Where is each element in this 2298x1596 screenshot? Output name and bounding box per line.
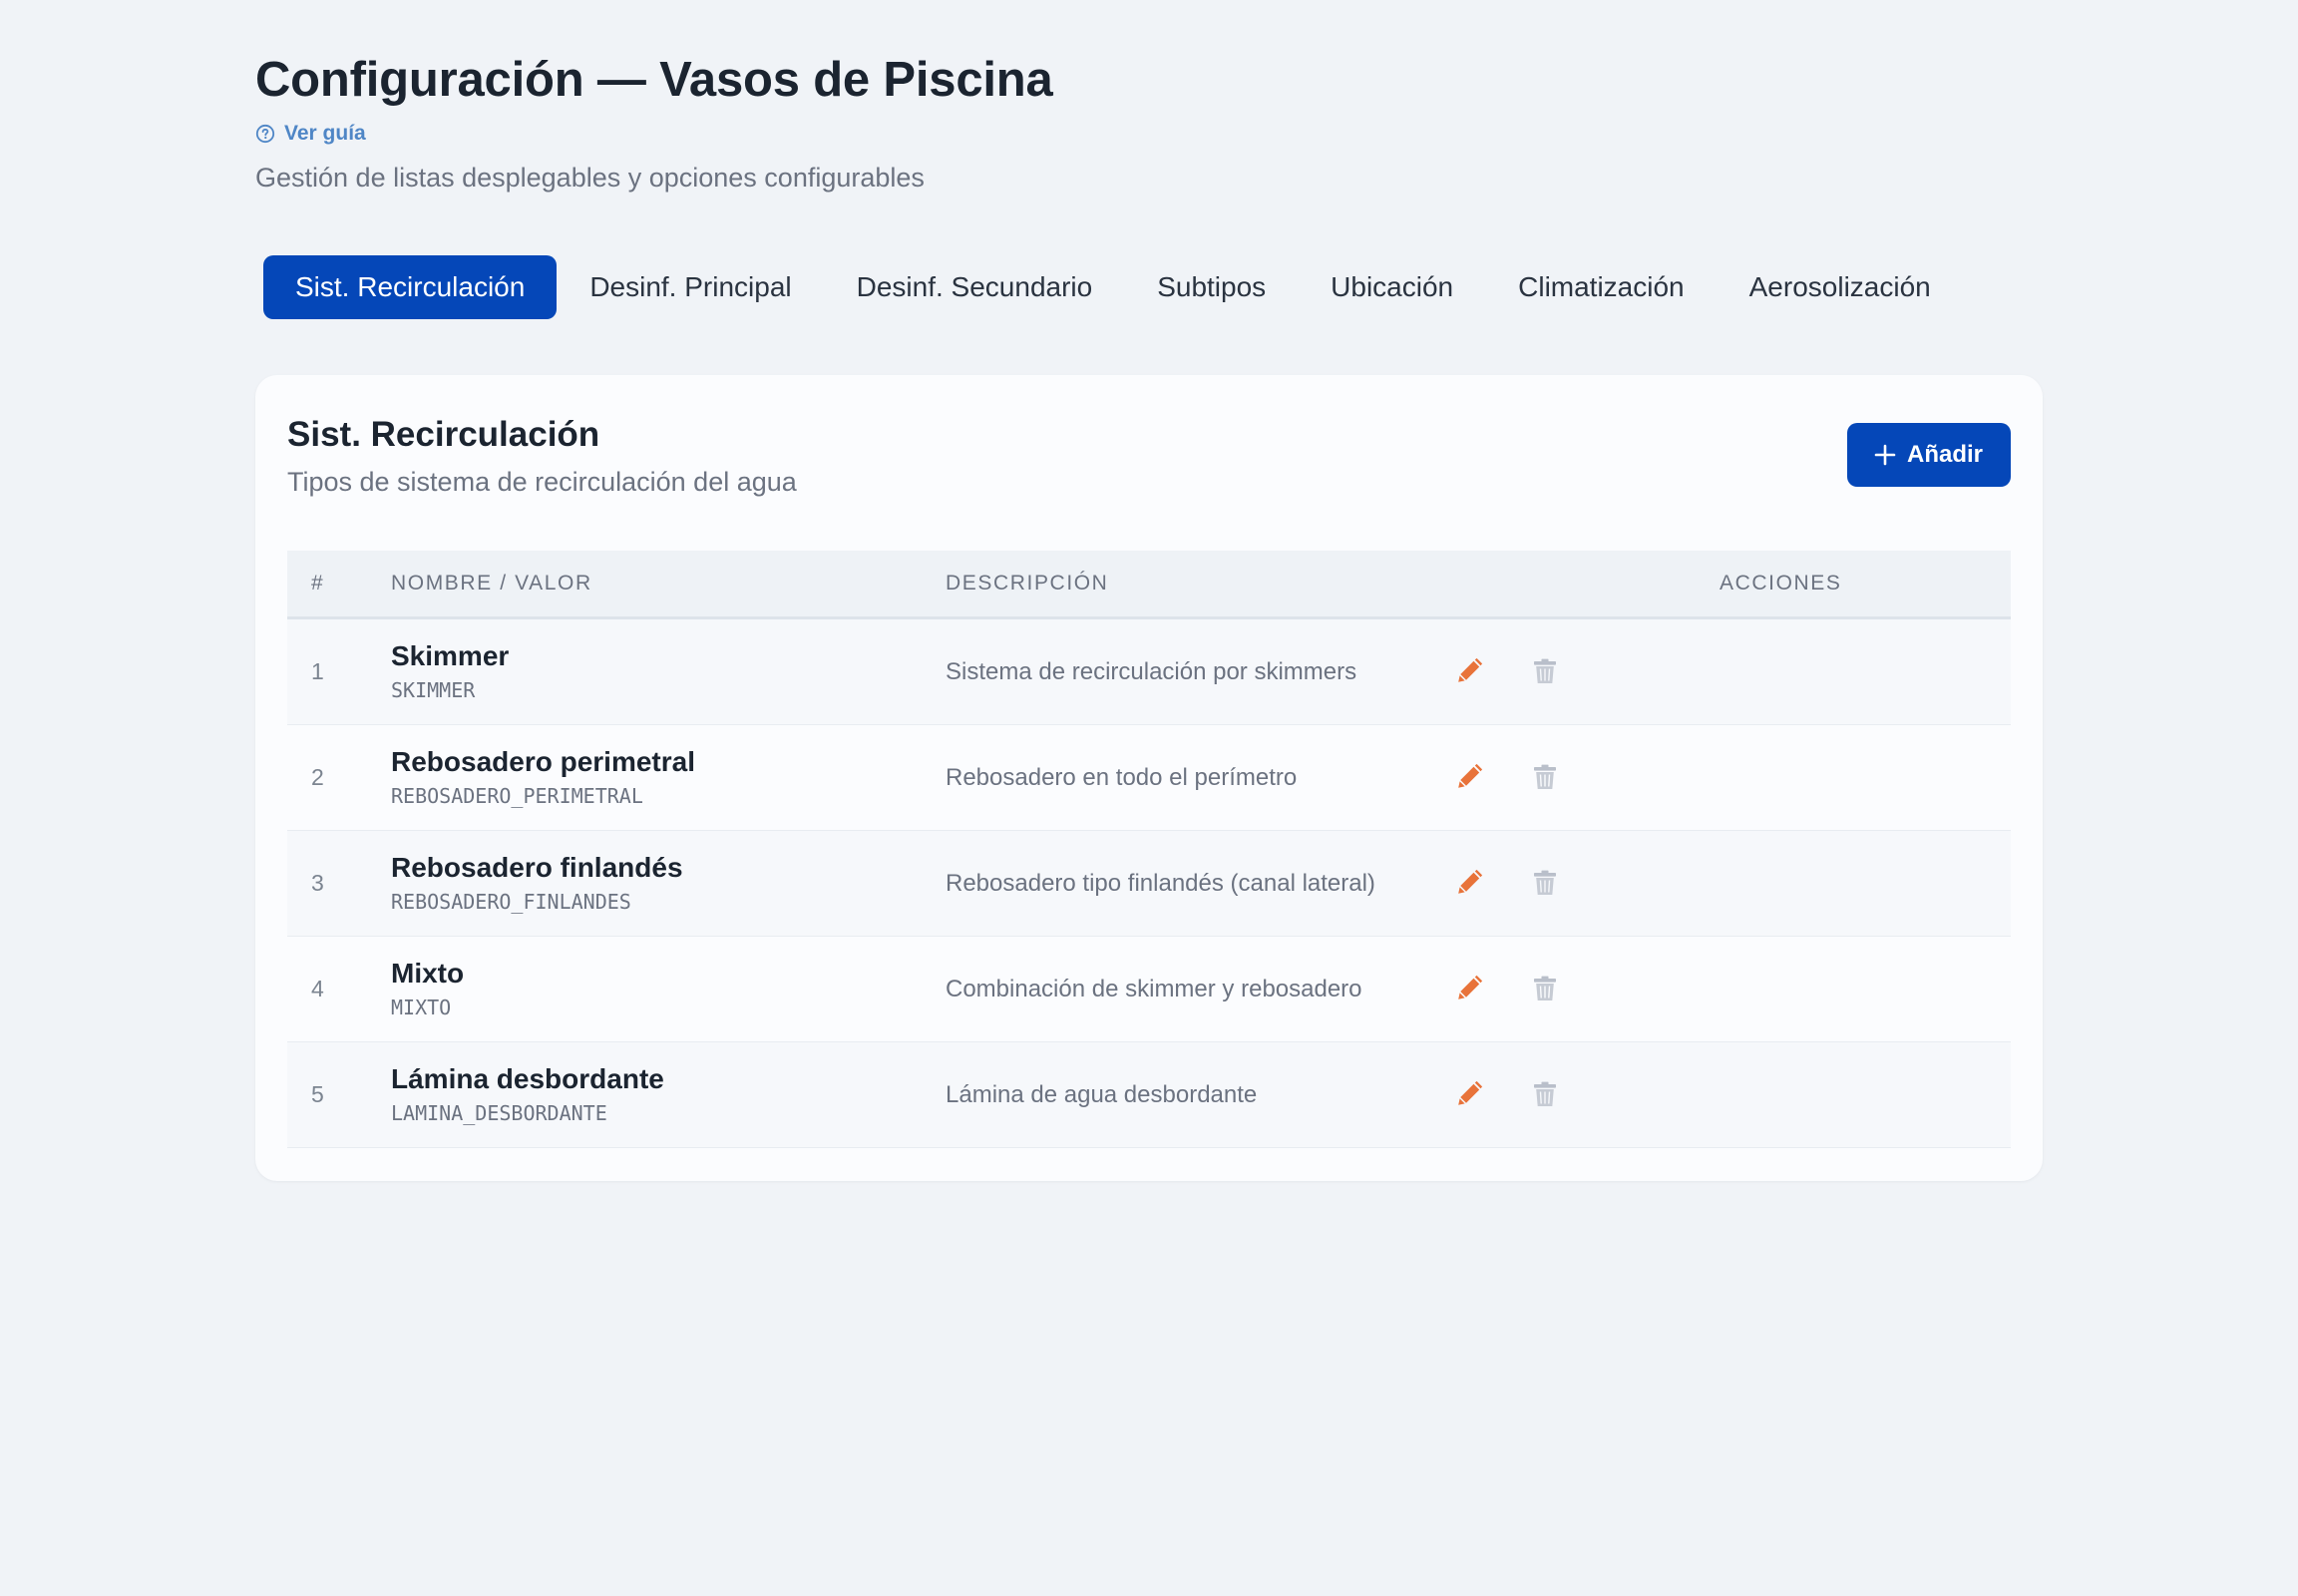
row-name-cell: Rebosadero perimetral REBOSADERO_PERIMET…: [391, 745, 695, 809]
item-value: SKIMMER: [391, 678, 476, 702]
pencil-icon: [1455, 1080, 1483, 1108]
pencil-icon: [1455, 763, 1483, 791]
column-header-name: NOMBRE / VALOR: [391, 572, 592, 595]
guide-link-label: Ver guía: [284, 122, 366, 145]
config-tabs: Sist. Recirculación Desinf. Principal De…: [263, 255, 1964, 319]
trash-icon: [1531, 975, 1559, 1002]
pencil-icon: [1455, 869, 1483, 897]
plus-icon: [1873, 443, 1897, 467]
item-description: Combinación de skimmer y rebosadero: [946, 975, 1362, 1002]
column-header-actions: ACCIONES: [1720, 572, 1842, 595]
trash-icon: [1531, 657, 1559, 685]
table-row: 2 Rebosadero perimetral REBOSADERO_PERIM…: [287, 725, 2011, 831]
help-circle-icon: [255, 124, 275, 144]
options-table: # NOMBRE / VALOR DESCRIPCIÓN ACCIONES 1 …: [287, 551, 2011, 1148]
tab-desinf-secundario[interactable]: Desinf. Secundario: [825, 255, 1125, 319]
item-value: REBOSADERO_PERIMETRAL: [391, 784, 643, 808]
edit-button[interactable]: [1447, 755, 1491, 799]
item-description: Lámina de agua desbordante: [946, 1080, 1258, 1108]
edit-button[interactable]: [1447, 861, 1491, 905]
tab-ubicacion[interactable]: Ubicación: [1299, 255, 1485, 319]
item-label: Lámina desbordante: [391, 1063, 664, 1094]
edit-button[interactable]: [1447, 967, 1491, 1010]
delete-button[interactable]: [1523, 649, 1567, 693]
column-header-number: #: [311, 572, 325, 595]
tab-subtipos[interactable]: Subtipos: [1125, 255, 1298, 319]
edit-button[interactable]: [1447, 649, 1491, 693]
table-row: 5 Lámina desbordante LAMINA_DESBORDANTE …: [287, 1042, 2011, 1148]
column-header-description: DESCRIPCIÓN: [946, 572, 1109, 595]
row-name-cell: Mixto MIXTO: [391, 957, 464, 1020]
add-button-label: Añadir: [1906, 441, 1983, 468]
table-header: # NOMBRE / VALOR DESCRIPCIÓN ACCIONES: [287, 551, 2011, 619]
row-number: 3: [311, 870, 324, 896]
trash-icon: [1531, 763, 1559, 791]
delete-button[interactable]: [1523, 967, 1567, 1010]
item-value: REBOSADERO_FINLANDES: [391, 890, 631, 914]
table-row: 3 Rebosadero finlandés REBOSADERO_FINLAN…: [287, 831, 2011, 937]
row-number: 1: [311, 658, 324, 684]
item-value: MIXTO: [391, 996, 452, 1019]
row-name-cell: Skimmer SKIMMER: [391, 639, 509, 703]
panel-subtitle: Tipos de sistema de recirculación del ag…: [287, 467, 797, 497]
tab-desinf-principal[interactable]: Desinf. Principal: [558, 255, 823, 319]
tab-sist-recirculacion[interactable]: Sist. Recirculación: [263, 255, 558, 319]
row-name-cell: Lámina desbordante LAMINA_DESBORDANTE: [391, 1062, 664, 1126]
trash-icon: [1531, 1080, 1559, 1108]
page-subtitle: Gestión de listas desplegables y opcione…: [255, 163, 925, 193]
item-description: Rebosadero tipo finlandés (canal lateral…: [946, 869, 1375, 897]
add-button[interactable]: Añadir: [1846, 423, 2011, 487]
page-title: Configuración — Vasos de Piscina: [255, 53, 1053, 107]
options-panel: Sist. Recirculación Tipos de sistema de …: [255, 375, 2043, 1181]
item-value: LAMINA_DESBORDANTE: [391, 1101, 607, 1125]
row-number: 4: [311, 976, 324, 1001]
item-label: Mixto: [391, 958, 465, 989]
pencil-icon: [1455, 657, 1483, 685]
row-number: 5: [311, 1081, 324, 1107]
item-label: Rebosadero perimetral: [391, 746, 695, 777]
tab-climatizacion[interactable]: Climatización: [1486, 255, 1717, 319]
tab-aerosolizacion[interactable]: Aerosolización: [1718, 255, 1963, 319]
delete-button[interactable]: [1523, 861, 1567, 905]
guide-link[interactable]: Ver guía: [255, 122, 366, 146]
edit-button[interactable]: [1447, 1072, 1491, 1116]
table-row: 4 Mixto MIXTO Combinación de skimmer y r…: [287, 937, 2011, 1042]
delete-button[interactable]: [1523, 755, 1567, 799]
row-name-cell: Rebosadero finlandés REBOSADERO_FINLANDE…: [391, 851, 683, 915]
pencil-icon: [1455, 975, 1483, 1002]
item-description: Rebosadero en todo el perímetro: [946, 763, 1298, 791]
item-description: Sistema de recirculación por skimmers: [946, 657, 1357, 685]
trash-icon: [1531, 869, 1559, 897]
panel-title: Sist. Recirculación: [287, 415, 600, 454]
item-label: Rebosadero finlandés: [391, 852, 683, 883]
delete-button[interactable]: [1523, 1072, 1567, 1116]
item-label: Skimmer: [391, 640, 510, 671]
row-number: 2: [311, 764, 324, 790]
table-row: 1 Skimmer SKIMMER Sistema de recirculaci…: [287, 619, 2011, 725]
